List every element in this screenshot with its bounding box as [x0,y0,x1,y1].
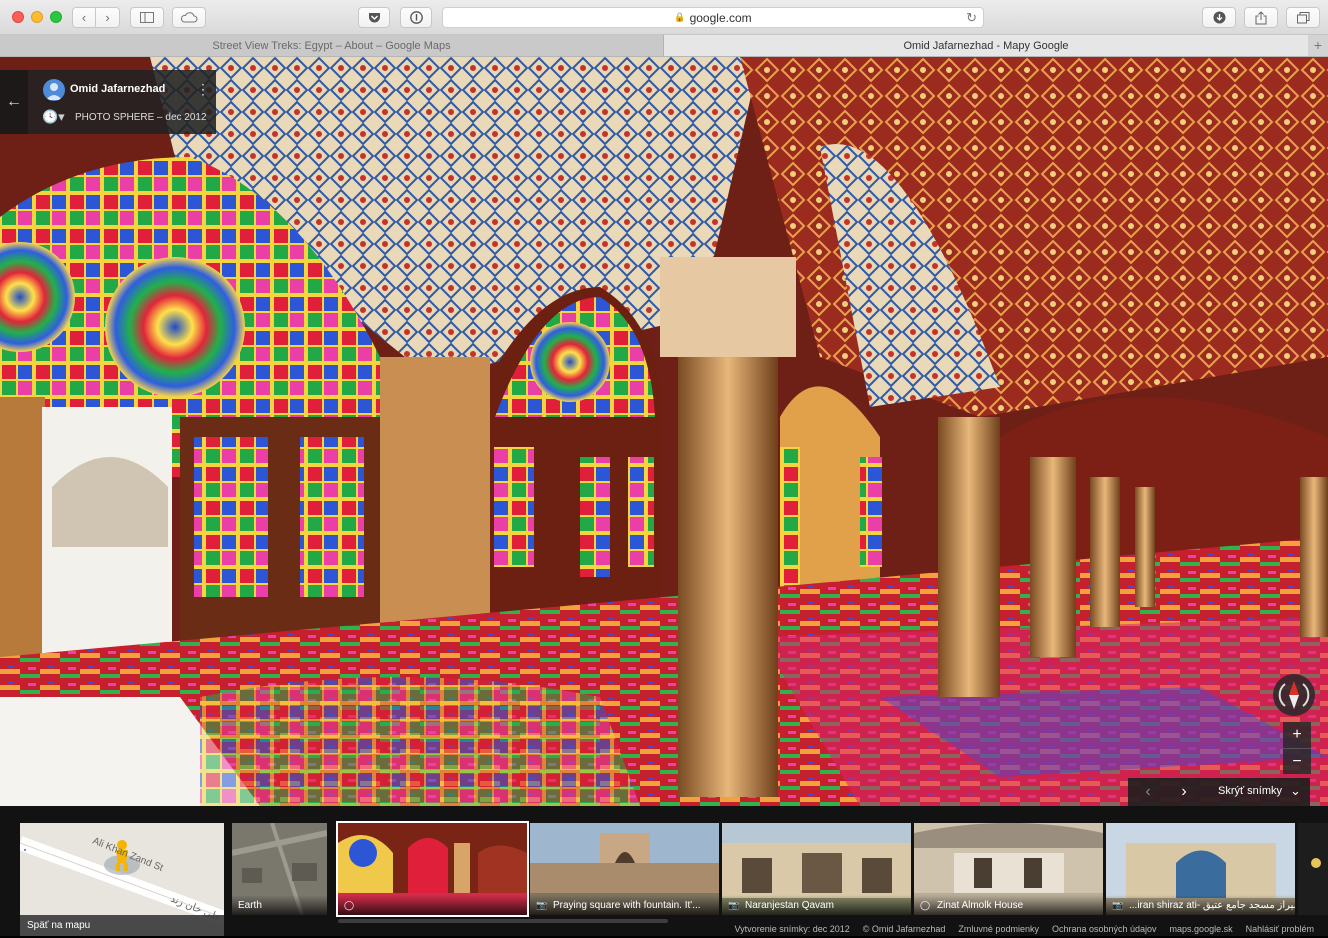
filmstrip-item[interactable]: Earth [232,823,327,915]
photosphere-icon: ◯ [920,900,931,910]
filmstrip-caption: 📷 Naranjestan Qavam [722,895,911,915]
downloads-button[interactable] [1202,7,1236,28]
double-chevron-down-icon[interactable]: ⌄ [1290,783,1301,799]
filmstrip-caption: ◯ Zinat Almolk House [914,895,1103,915]
more-options-icon[interactable]: ⋮ [196,80,210,98]
user-icon [46,83,62,100]
chevron-right-icon: › [105,10,110,25]
avatar[interactable] [43,79,65,101]
reload-icon[interactable]: ↻ [966,10,977,26]
compass-needle-icon [1278,681,1310,709]
filmstrip-item[interactable]: ◯ Zinat Almolk House [914,823,1103,915]
caption-text: Zinat Almolk House [937,900,1024,911]
pocket-button[interactable] [358,7,390,28]
info-icon [409,11,423,24]
filmstrip-caption: 📷 Praying square with fountain. It'... [530,895,719,915]
sidebar-button[interactable] [130,7,164,28]
panorama-image [0,57,1328,806]
filmstrip-scrollbar[interactable] [338,919,668,923]
photosphere-icon: ◯ [344,900,355,910]
filmstrip-item-selected[interactable]: ◯ [336,821,529,917]
caption-text: ...iran shiraz ati- شیراز مسجد جامع عتیق [1129,900,1295,911]
chevron-left-icon: ‹ [81,10,87,25]
camera-icon: 📷 [728,900,740,910]
tab-overview-button[interactable] [1286,7,1320,28]
back-arrow-icon[interactable]: ← [0,70,28,134]
filmstrip-item[interactable]: 📷 Praying square with fountain. It'... [530,823,719,915]
zoom-out-button[interactable]: − [1283,748,1311,774]
filmstrip-caption: ◯ [338,895,527,915]
owner-name-link[interactable]: Omid Jafarnezhad [70,83,165,95]
photo-type-date: PHOTO SPHERE – dec 2012 [75,112,207,123]
address-bar[interactable]: 🔒 google.com ↻ [442,7,984,28]
hide-photos-button[interactable]: Skrýť snímky [1218,785,1282,797]
reader-info-button[interactable] [400,7,432,28]
new-tab-button[interactable]: + [1308,35,1328,56]
filmstrip-item[interactable]: 📷 ...iran shiraz ati- شیراز مسجد جامع عتی… [1106,823,1295,915]
camera-icon: 📷 [536,900,548,910]
tab-mapy-google[interactable]: Omid Jafarnezhad - Mapy Google [664,35,1308,56]
filmstrip-item[interactable]: 📷 Naranjestan Qavam [722,823,911,915]
share-button[interactable] [1244,7,1278,28]
pocket-icon [368,12,380,22]
back-to-map-button[interactable]: Späť na mapu [20,915,224,936]
tab-bar: Street View Treks: Egypt – About – Googl… [0,35,1328,57]
cloud-icon [180,12,198,23]
chevron-right-icon[interactable]: › [1172,778,1196,806]
download-icon [1213,11,1225,24]
minimize-window-button[interactable] [31,11,43,23]
tab-street-view-treks[interactable]: Street View Treks: Egypt – About – Googl… [0,35,664,56]
night-thumbnail [1298,823,1328,915]
tab-label: Omid Jafarnezhad - Mapy Google [903,39,1069,52]
sidebar-icon [140,12,154,23]
filmstrip-controls: ‹ › Skrýť snímky ⌄ [1128,778,1310,806]
caption-text: Naranjestan Qavam [745,900,834,911]
filmstrip-caption: 📷 ...iran shiraz ati- شیراز مسجد جامع عتی… [1106,895,1295,915]
close-window-button[interactable] [12,11,24,23]
compass-control[interactable] [1273,674,1315,716]
share-icon [1255,10,1267,24]
back-button[interactable]: ‹ [72,7,96,28]
chevron-left-icon[interactable]: ‹ [1136,778,1160,806]
caption-text: Praying square with fountain. It'... [553,900,701,911]
camera-icon: 📷 [1112,900,1124,910]
filmstrip-item[interactable] [1298,823,1328,915]
zoom-window-button[interactable] [50,11,62,23]
url-text: google.com [689,10,752,25]
time-history-icon[interactable]: 🕓▾ [42,109,65,125]
tab-label: Street View Treks: Egypt – About – Googl… [212,39,451,52]
photo-filmstrip: Ali Khan Zand St علی خان زند Späť na map… [0,806,1328,936]
icloud-tabs-button[interactable] [172,7,206,28]
filmstrip-caption: Earth [232,895,327,915]
zoom-in-button[interactable]: + [1283,722,1311,748]
forward-button[interactable]: › [96,7,120,28]
street-view-panorama[interactable]: ← Omid Jafarnezhad ⋮ 🕓▾ PHOTO SPHERE – d… [0,57,1328,806]
tabs-icon [1296,11,1309,23]
browser-toolbar: ‹ › 🔒 google.com ↻ [0,0,1328,35]
panorama-info-card: ← Omid Jafarnezhad ⋮ 🕓▾ PHOTO SPHERE – d… [0,70,216,134]
lock-icon: 🔒 [674,12,686,22]
